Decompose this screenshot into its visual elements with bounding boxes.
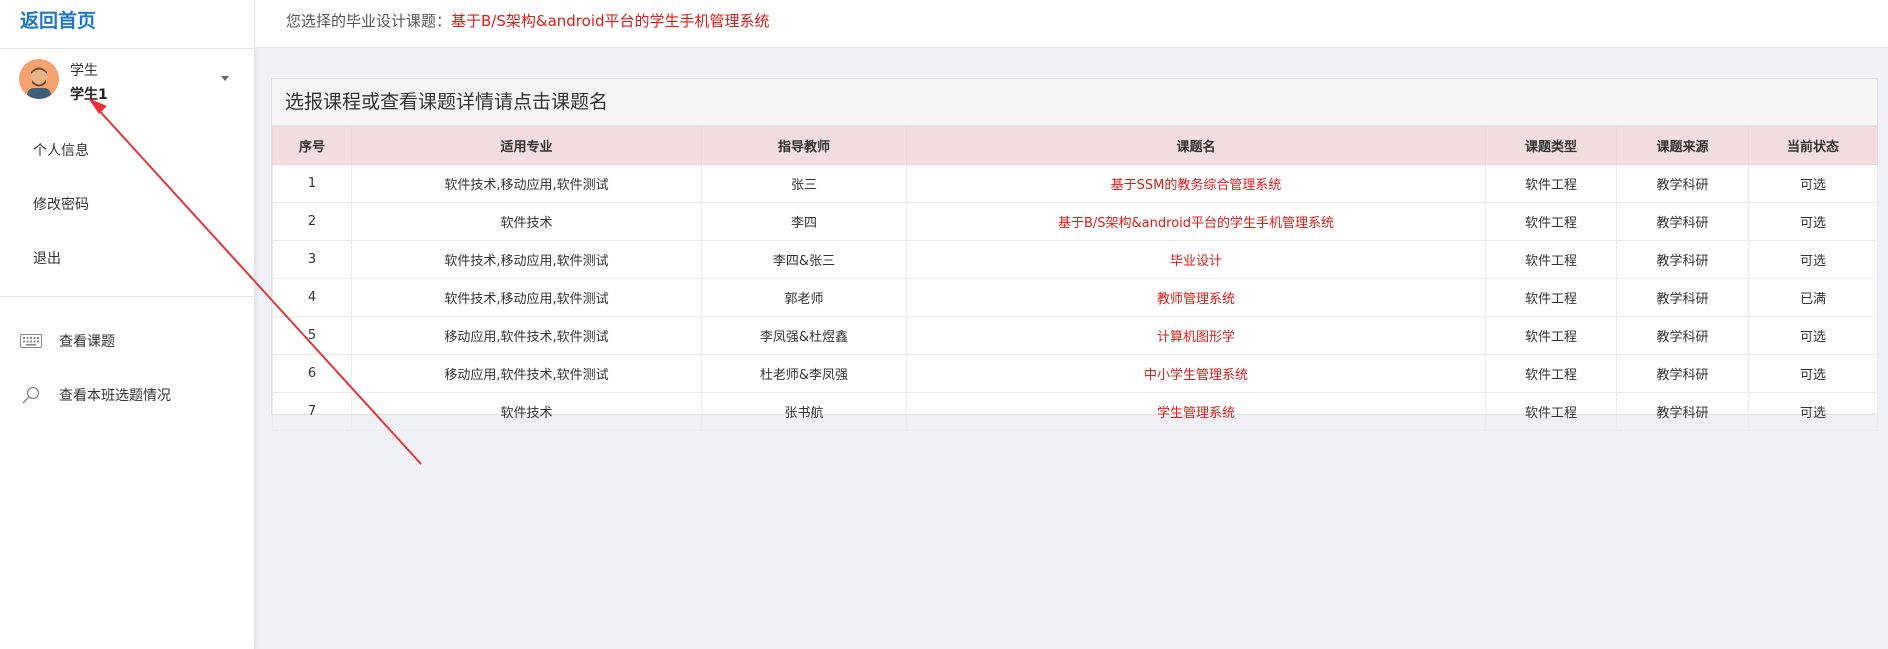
cell-major: 软件技术,移动应用,软件测试 <box>351 278 702 317</box>
search-icon <box>20 386 42 404</box>
cell-status: 可选 <box>1748 316 1878 355</box>
menu-item-change-password[interactable]: 修改密码 <box>33 194 89 214</box>
cell-status: 可选 <box>1748 202 1878 241</box>
topic-panel: 选报课程或查看课题详情请点击课题名 序号 适用专业 指导教师 课题名 课题类型 … <box>271 78 1878 431</box>
col-header-source: 课题来源 <box>1616 126 1749 165</box>
topic-link[interactable]: 学生管理系统 <box>906 392 1486 431</box>
nav-item-view-topics[interactable]: 查看课题 <box>20 330 115 352</box>
user-role: 学生 <box>70 63 98 79</box>
cell-source: 教学科研 <box>1616 240 1749 279</box>
cell-teacher: 李四 <box>701 202 907 241</box>
table-row: 6 移动应用,软件技术,软件测试 杜老师&李凤强 中小学生管理系统 软件工程 教… <box>272 354 1878 393</box>
table-row: 3 软件技术,移动应用,软件测试 李四&张三 毕业设计 软件工程 教学科研 可选 <box>272 240 1878 279</box>
cell-index: 3 <box>272 240 352 279</box>
sidebar: 返回首页 学生 学生1 个人信息 修改密码 退出 查看课题 查看本班选题情况 <box>0 0 255 649</box>
cell-index: 5 <box>272 316 352 355</box>
chevron-down-icon[interactable] <box>221 76 229 81</box>
topic-link[interactable]: 基于SSM的教务综合管理系统 <box>906 164 1486 203</box>
cell-status: 可选 <box>1748 164 1878 203</box>
divider <box>0 296 254 297</box>
col-header-type: 课题类型 <box>1485 126 1617 165</box>
topic-link[interactable]: 中小学生管理系统 <box>906 354 1486 393</box>
cell-status: 已满 <box>1748 278 1878 317</box>
cell-teacher: 李凤强&杜煜鑫 <box>701 316 907 355</box>
cell-teacher: 李四&张三 <box>701 240 907 279</box>
cell-type: 软件工程 <box>1485 164 1617 203</box>
table-row: 5 移动应用,软件技术,软件测试 李凤强&杜煜鑫 计算机图形学 软件工程 教学科… <box>272 316 1878 355</box>
topic-link[interactable]: 计算机图形学 <box>906 316 1486 355</box>
selected-topic-value[interactable]: 基于B/S架构&android平台的学生手机管理系统 <box>451 12 770 30</box>
topics-table: 序号 适用专业 指导教师 课题名 课题类型 课题来源 当前状态 1 软件技术,移… <box>272 126 1878 431</box>
cell-teacher: 郭老师 <box>701 278 907 317</box>
cell-status: 可选 <box>1748 392 1878 431</box>
col-header-topic: 课题名 <box>906 126 1486 165</box>
cell-type: 软件工程 <box>1485 240 1617 279</box>
selected-topic-label: 您选择的毕业设计课题： <box>286 12 452 30</box>
col-header-index: 序号 <box>272 126 352 165</box>
nav-item-class-selection[interactable]: 查看本班选题情况 <box>20 384 171 406</box>
user-name: 学生1 <box>70 87 108 103</box>
cell-source: 教学科研 <box>1616 316 1749 355</box>
cell-major: 移动应用,软件技术,软件测试 <box>351 316 702 355</box>
topic-link[interactable]: 毕业设计 <box>906 240 1486 279</box>
cell-teacher: 杜老师&李凤强 <box>701 354 907 393</box>
col-header-major: 适用专业 <box>351 126 702 165</box>
nav-label: 查看课题 <box>59 334 115 350</box>
keyboard-icon <box>20 332 42 350</box>
home-link[interactable]: 返回首页 <box>20 6 96 33</box>
cell-source: 教学科研 <box>1616 354 1749 393</box>
divider <box>0 48 254 49</box>
topic-link[interactable]: 教师管理系统 <box>906 278 1486 317</box>
cell-index: 1 <box>272 164 352 203</box>
cell-major: 软件技术,移动应用,软件测试 <box>351 240 702 279</box>
col-header-status: 当前状态 <box>1748 126 1878 165</box>
cell-status: 可选 <box>1748 240 1878 279</box>
col-header-teacher: 指导教师 <box>701 126 907 165</box>
cell-index: 4 <box>272 278 352 317</box>
cell-source: 教学科研 <box>1616 164 1749 203</box>
menu-item-logout[interactable]: 退出 <box>33 248 61 268</box>
cell-type: 软件工程 <box>1485 278 1617 317</box>
cell-type: 软件工程 <box>1485 354 1617 393</box>
table-row: 4 软件技术,移动应用,软件测试 郭老师 教师管理系统 软件工程 教学科研 已满 <box>272 278 1878 317</box>
cell-major: 软件技术 <box>351 392 702 431</box>
top-bar: 您选择的毕业设计课题：基于B/S架构&android平台的学生手机管理系统 <box>255 0 1888 48</box>
cell-index: 7 <box>272 392 352 431</box>
table-row: 1 软件技术,移动应用,软件测试 张三 基于SSM的教务综合管理系统 软件工程 … <box>272 164 1878 203</box>
avatar <box>19 59 59 99</box>
cell-type: 软件工程 <box>1485 202 1617 241</box>
cell-major: 软件技术,移动应用,软件测试 <box>351 164 702 203</box>
cell-teacher: 张书航 <box>701 392 907 431</box>
menu-item-profile[interactable]: 个人信息 <box>33 140 89 160</box>
cell-source: 教学科研 <box>1616 202 1749 241</box>
table-row: 7 软件技术 张书航 学生管理系统 软件工程 教学科研 可选 <box>272 392 1878 431</box>
table-header-row: 序号 适用专业 指导教师 课题名 课题类型 课题来源 当前状态 <box>272 126 1878 165</box>
cell-type: 软件工程 <box>1485 316 1617 355</box>
cell-teacher: 张三 <box>701 164 907 203</box>
cell-source: 教学科研 <box>1616 278 1749 317</box>
selected-topic-info: 您选择的毕业设计课题：基于B/S架构&android平台的学生手机管理系统 <box>286 10 770 31</box>
cell-type: 软件工程 <box>1485 392 1617 431</box>
topic-link[interactable]: 基于B/S架构&android平台的学生手机管理系统 <box>906 202 1486 241</box>
cell-source: 教学科研 <box>1616 392 1749 431</box>
nav-label: 查看本班选题情况 <box>59 388 171 404</box>
cell-index: 6 <box>272 354 352 393</box>
cell-index: 2 <box>272 202 352 241</box>
cell-major: 移动应用,软件技术,软件测试 <box>351 354 702 393</box>
cell-status: 可选 <box>1748 354 1878 393</box>
table-row: 2 软件技术 李四 基于B/S架构&android平台的学生手机管理系统 软件工… <box>272 202 1878 241</box>
panel-title: 选报课程或查看课题详情请点击课题名 <box>272 79 1877 126</box>
cell-major: 软件技术 <box>351 202 702 241</box>
